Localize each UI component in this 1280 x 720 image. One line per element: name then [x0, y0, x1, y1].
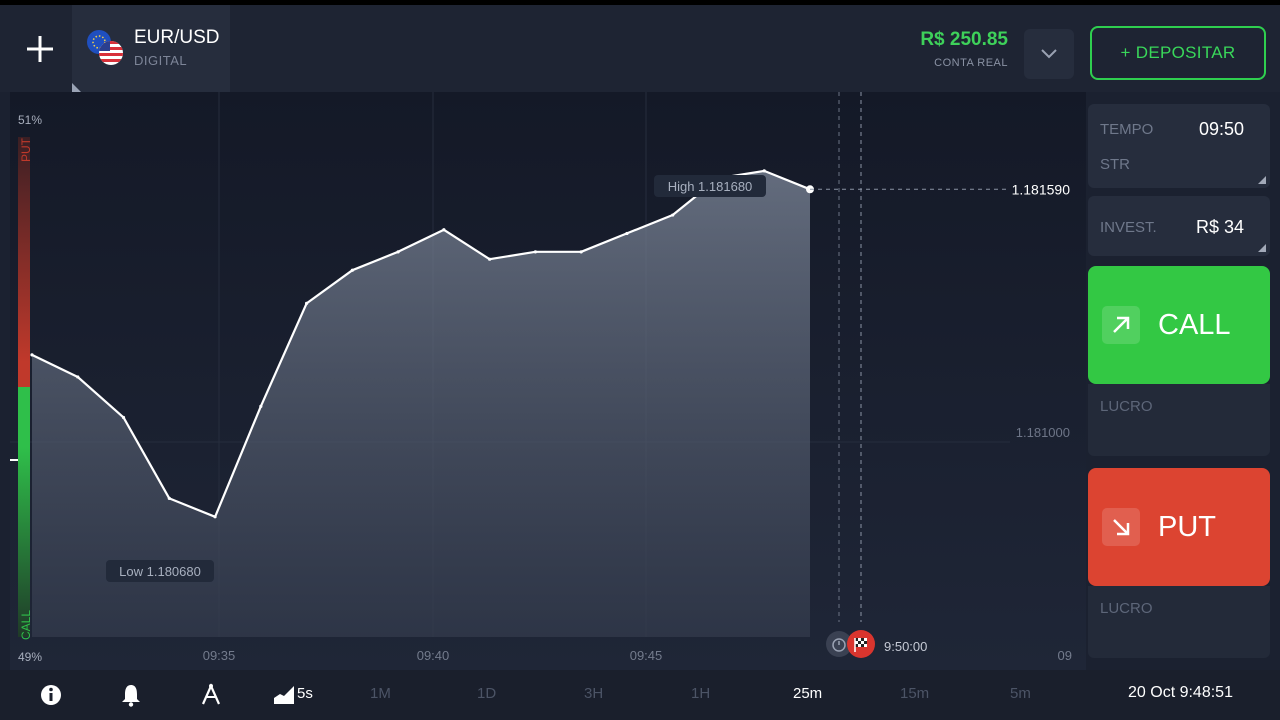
- grid-price-label: 1.181000: [1016, 425, 1070, 440]
- time-label-3: 09:45: [630, 648, 663, 663]
- put-button[interactable]: PUT: [1088, 468, 1270, 586]
- price-point: [304, 301, 309, 305]
- sentiment-bottom-label: 49%: [18, 650, 42, 664]
- invest-field-value: R$ 34: [1195, 217, 1244, 237]
- price-point: [533, 250, 538, 254]
- arrow-up-right-icon: [1102, 306, 1140, 344]
- candle-size-button[interactable]: 5s: [297, 685, 313, 702]
- add-asset-button[interactable]: [14, 23, 66, 75]
- finish-flag-icon: [847, 630, 875, 658]
- price-point: [30, 353, 34, 357]
- price-point: [167, 496, 171, 500]
- time-field[interactable]: TEMPO 09:50 STR: [1088, 104, 1270, 188]
- put-profit-box: LUCRO: [1088, 586, 1270, 658]
- time-label-2: 09:40: [417, 648, 450, 663]
- time-field-value: 09:50: [1198, 119, 1244, 139]
- asset-name: EUR/USD: [134, 27, 220, 48]
- price-point: [396, 250, 400, 254]
- balance-block[interactable]: R$ 250.85 CONTA REAL: [920, 29, 1008, 69]
- bell-icon[interactable]: [118, 682, 144, 708]
- price-point: [213, 515, 217, 519]
- chart-canvas[interactable]: 51% 49% PUT CALL High 1.181680 Low 1.180…: [10, 92, 1086, 670]
- bottom-bar: 5s 1M 1D 3H 1H 25m 15m 5m 20 Oct 9:48:51: [0, 670, 1280, 720]
- timeframe-1h[interactable]: 1H: [691, 685, 710, 702]
- call-button[interactable]: CALL: [1088, 266, 1270, 384]
- price-point: [625, 231, 629, 236]
- sentiment-put-label: PUT: [19, 137, 33, 162]
- eur-usd-flag-icon: [87, 30, 123, 65]
- high-label: High 1.181680: [668, 179, 753, 194]
- chevron-down-icon: [1041, 49, 1057, 59]
- price-point: [442, 228, 446, 232]
- price-point: [121, 415, 126, 420]
- arrow-down-right-icon: [1102, 508, 1140, 546]
- price-point: [488, 257, 492, 261]
- price-point: [579, 250, 583, 254]
- sentiment-bar: [18, 137, 30, 637]
- time-field-label: TEMPO: [1100, 121, 1154, 138]
- timeframe-1m[interactable]: 1M: [370, 685, 391, 702]
- deposit-button[interactable]: + DEPOSITAR: [1090, 26, 1266, 80]
- timeframe-5m[interactable]: 5m: [1010, 685, 1031, 702]
- sentiment-call-label: CALL: [19, 610, 33, 640]
- info-icon[interactable]: [38, 682, 64, 708]
- time-label-1: 09:35: [203, 648, 236, 663]
- chart-type-icon[interactable]: [272, 682, 296, 708]
- price-point: [76, 375, 80, 379]
- account-type-label: CONTA REAL: [934, 57, 1008, 69]
- price-point: [259, 404, 263, 408]
- top-bar: EUR/USD DIGITAL R$ 250.85 CONTA REAL + D…: [0, 0, 1280, 92]
- timeframe-3h[interactable]: 3H: [584, 685, 603, 702]
- call-profit-box: LUCRO: [1088, 384, 1270, 456]
- time-label-edge: 09: [1058, 648, 1072, 663]
- timeframe-25m[interactable]: 25m: [793, 685, 822, 702]
- price-point: [350, 268, 354, 272]
- sentiment-top-label: 51%: [18, 113, 42, 127]
- timeframe-15m[interactable]: 15m: [900, 685, 929, 702]
- put-button-label: PUT: [1158, 510, 1216, 543]
- price-point: [762, 169, 766, 173]
- price-chart[interactable]: 51% 49% PUT CALL High 1.181680 Low 1.180…: [10, 92, 1086, 670]
- put-profit-label: LUCRO: [1100, 600, 1153, 617]
- time-field-sub: STR: [1100, 156, 1130, 173]
- balance-amount: R$ 250.85: [920, 29, 1008, 50]
- low-label: Low 1.180680: [119, 564, 201, 579]
- expiry-time-label: 9:50:00: [884, 639, 927, 654]
- tab-corner-marker: [72, 83, 81, 92]
- asset-type: DIGITAL: [134, 53, 188, 68]
- timeframe-1d[interactable]: 1D: [477, 685, 496, 702]
- call-profit-label: LUCRO: [1100, 398, 1153, 415]
- datetime-label: 20 Oct 9:48:51: [1128, 684, 1233, 701]
- invest-field-label: INVEST.: [1100, 219, 1157, 236]
- asset-tab[interactable]: EUR/USD DIGITAL: [72, 5, 230, 92]
- price-point: [671, 213, 675, 217]
- time-field-corner: [1258, 176, 1266, 184]
- invest-field-corner: [1258, 244, 1266, 252]
- drawing-tools-icon[interactable]: [198, 682, 224, 708]
- call-button-label: CALL: [1158, 308, 1231, 341]
- invest-field[interactable]: INVEST. R$ 34: [1088, 196, 1270, 256]
- account-dropdown-button[interactable]: [1024, 29, 1074, 79]
- plus-icon: [27, 36, 53, 62]
- current-price-label: 1.181590: [1012, 181, 1071, 197]
